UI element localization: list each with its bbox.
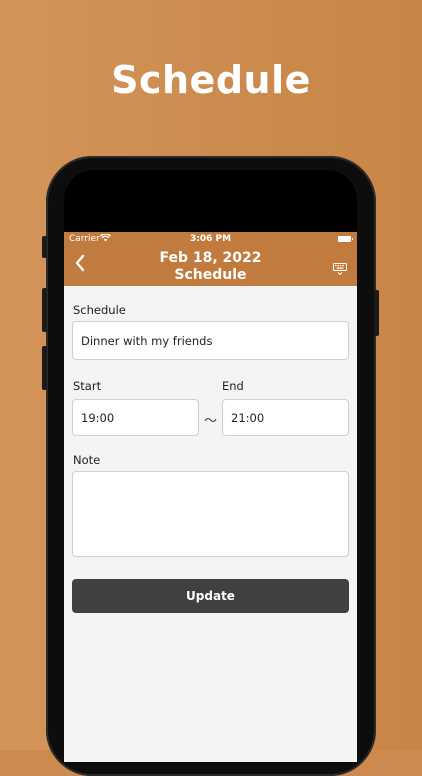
keyboard-hide-icon <box>333 263 347 276</box>
note-textarea[interactable] <box>72 471 349 557</box>
nav-date: Feb 18, 2022 <box>159 250 262 266</box>
keyboard-hide-button[interactable] <box>333 260 347 276</box>
schedule-label: Schedule <box>73 303 126 317</box>
phone-volume-up <box>42 288 47 332</box>
end-label: End <box>222 379 244 393</box>
update-button[interactable]: Update <box>72 579 349 613</box>
schedule-input[interactable]: Dinner with my friends <box>72 321 349 360</box>
start-time-value: 19:00 <box>81 410 115 425</box>
app-screen: Carrier 3:06 PM Feb 18, 2022 Schedule Sc… <box>64 232 357 762</box>
status-bar: Carrier 3:06 PM <box>64 232 357 247</box>
nav-title: Schedule <box>174 267 247 283</box>
status-time: 3:06 PM <box>189 234 232 244</box>
schedule-input-value: Dinner with my friends <box>81 333 213 348</box>
phone-volume-down <box>42 346 47 390</box>
end-time-value: 21:00 <box>231 410 265 425</box>
start-time-input[interactable]: 19:00 <box>72 399 199 436</box>
phone-power-button <box>374 290 379 336</box>
promo-headline: Schedule <box>111 58 311 102</box>
start-label: Start <box>73 379 102 393</box>
time-separator: ～ <box>204 414 218 429</box>
note-label: Note <box>73 453 101 467</box>
phone-top-bezel <box>64 170 357 232</box>
phone-silent-switch <box>42 236 47 258</box>
battery-icon <box>338 236 353 242</box>
end-time-input[interactable]: 21:00 <box>222 399 349 436</box>
nav-bar: Feb 18, 2022 Schedule <box>64 247 357 286</box>
